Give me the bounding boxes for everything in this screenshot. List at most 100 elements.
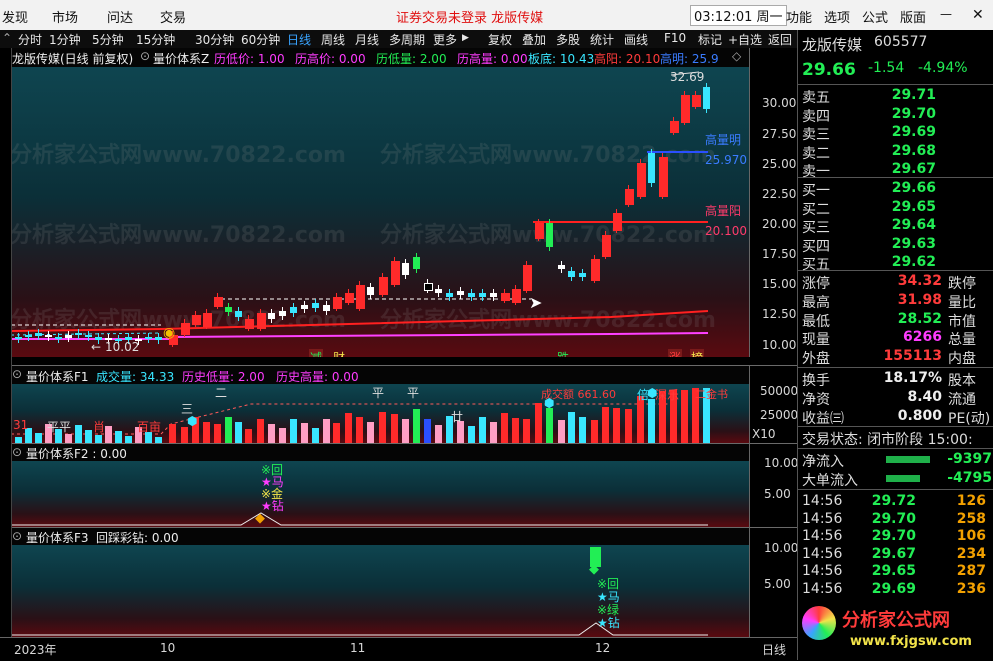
candlestick[interactable] (637, 163, 646, 197)
menu-item-options[interactable]: 选项 (824, 7, 850, 26)
candlestick[interactable] (367, 287, 374, 295)
tab-period-15min[interactable]: 15分钟 (136, 31, 175, 48)
candlestick[interactable] (681, 95, 690, 123)
candlestick[interactable] (245, 319, 254, 329)
candlestick[interactable] (25, 335, 32, 337)
f3-title[interactable]: 量价体系F3 (26, 529, 89, 546)
tab-period-weekly[interactable]: 周线 (321, 31, 345, 48)
candlestick[interactable] (670, 121, 679, 133)
bid-row[interactable]: 买五 29.62 (802, 254, 992, 273)
menu-item-trade[interactable]: 交易 (160, 7, 186, 26)
candlestick[interactable] (268, 313, 275, 319)
candlestick[interactable] (692, 95, 701, 107)
tab-period-5min[interactable]: 5分钟 (92, 31, 124, 48)
candlestick[interactable] (659, 157, 668, 197)
candlestick[interactable] (301, 305, 308, 309)
indicator-dropdown-icon[interactable]: ⊙ (140, 49, 150, 63)
tool-statistics[interactable]: 统计 (590, 31, 614, 48)
candlestick[interactable] (490, 293, 497, 297)
candlestick[interactable] (290, 307, 297, 313)
candlestick[interactable] (356, 285, 365, 309)
candlestick[interactable] (446, 293, 453, 297)
tab-period-multi[interactable]: 多周期 (389, 31, 425, 48)
candlestick[interactable] (558, 265, 565, 269)
ask-row[interactable]: 卖二 29.68 (802, 143, 992, 162)
collapse-icon[interactable]: ◇ (732, 49, 741, 63)
bid-row[interactable]: 买一 29.66 (802, 180, 992, 199)
candlestick[interactable] (546, 223, 553, 247)
tab-period-60min[interactable]: 60分钟 (241, 31, 280, 48)
candlestick[interactable] (501, 293, 510, 301)
ask-row[interactable]: 卖一 29.67 (802, 161, 992, 180)
candlestick[interactable] (703, 87, 710, 109)
tab-period-30min[interactable]: 30分钟 (195, 31, 234, 48)
candlestick[interactable] (535, 223, 544, 239)
ask-row[interactable]: 卖三 29.69 (802, 124, 992, 143)
candlestick[interactable] (225, 307, 232, 312)
bid-row[interactable]: 买四 29.63 (802, 236, 992, 255)
f1-title[interactable]: 量价体系F1 (26, 368, 89, 385)
menu-item-layout[interactable]: 版面 (900, 7, 926, 26)
tool-fuquan[interactable]: 复权 (488, 31, 512, 48)
candlestick[interactable] (75, 333, 82, 335)
candlestick[interactable] (457, 291, 464, 295)
candlestick[interactable] (591, 259, 600, 281)
candlestick[interactable] (413, 257, 420, 269)
candlestick[interactable] (257, 313, 266, 329)
candlestick[interactable] (214, 297, 223, 307)
tab-period-daily[interactable]: 日线 (287, 31, 311, 48)
f2-title[interactable]: 量价体系F2 : 0.00 (26, 445, 127, 462)
candlestick[interactable] (85, 335, 92, 337)
candlestick[interactable] (312, 303, 319, 308)
tool-multi-stock[interactable]: 多股 (556, 31, 580, 48)
indicator-name[interactable]: 量价体系Z (153, 50, 209, 67)
candlestick[interactable] (479, 293, 486, 297)
candlestick[interactable] (402, 263, 409, 275)
candlestick[interactable] (235, 311, 242, 317)
indicator-dropdown-icon[interactable]: ⊙ (12, 367, 22, 381)
menu-item-formula[interactable]: 公式 (862, 7, 888, 26)
candlestick[interactable] (568, 271, 575, 277)
minimize-icon[interactable]: — (940, 7, 952, 21)
candlestick[interactable] (15, 337, 22, 339)
candlestick[interactable] (145, 337, 152, 339)
candlestick[interactable] (512, 289, 521, 303)
candlestick[interactable] (345, 293, 354, 303)
menu-item-wenda[interactable]: 问达 (107, 7, 133, 26)
close-icon[interactable]: ✕ (972, 7, 984, 23)
candlestick[interactable] (45, 335, 52, 337)
bid-row[interactable]: 买二 29.65 (802, 199, 992, 218)
indicator-dropdown-icon[interactable]: ⊙ (12, 529, 22, 543)
chevron-up-icon[interactable]: ⌃ (2, 31, 12, 45)
candlestick[interactable] (192, 315, 201, 325)
chevron-right-icon[interactable]: ▶ (462, 33, 469, 43)
indicator-dropdown-icon[interactable]: ⊙ (12, 445, 22, 459)
candlestick[interactable] (65, 335, 72, 338)
tab-period-more[interactable]: 更多 (433, 31, 457, 48)
candlestick[interactable] (613, 213, 622, 231)
candlestick[interactable] (648, 153, 655, 183)
tool-overlay[interactable]: 叠加 (522, 31, 546, 48)
candlestick[interactable] (155, 337, 162, 340)
candlestick[interactable] (523, 265, 532, 291)
candlestick[interactable] (279, 311, 286, 316)
tool-mark[interactable]: 标记 (698, 31, 722, 48)
candlestick[interactable] (435, 289, 442, 293)
candlestick[interactable] (35, 333, 42, 336)
bid-row[interactable]: 买三 29.64 (802, 217, 992, 236)
tool-back[interactable]: 返回 (768, 31, 792, 48)
candlestick[interactable] (579, 273, 586, 277)
ask-row[interactable]: 卖五 29.71 (802, 87, 992, 106)
candlestick[interactable] (391, 261, 400, 285)
menu-item-function[interactable]: 功能 (786, 7, 812, 26)
candlestick[interactable] (379, 277, 388, 295)
ask-row[interactable]: 卖四 29.70 (802, 106, 992, 125)
tool-add-favorite[interactable]: +自选 (728, 31, 762, 48)
candlestick[interactable] (55, 337, 62, 339)
tool-f10[interactable]: F10 (664, 31, 686, 45)
tab-period-fenshi[interactable]: 分时 (18, 31, 42, 48)
candlestick[interactable] (323, 305, 330, 311)
candlestick[interactable] (468, 293, 475, 297)
tab-period-1min[interactable]: 1分钟 (49, 31, 81, 48)
tab-period-monthly[interactable]: 月线 (355, 31, 379, 48)
